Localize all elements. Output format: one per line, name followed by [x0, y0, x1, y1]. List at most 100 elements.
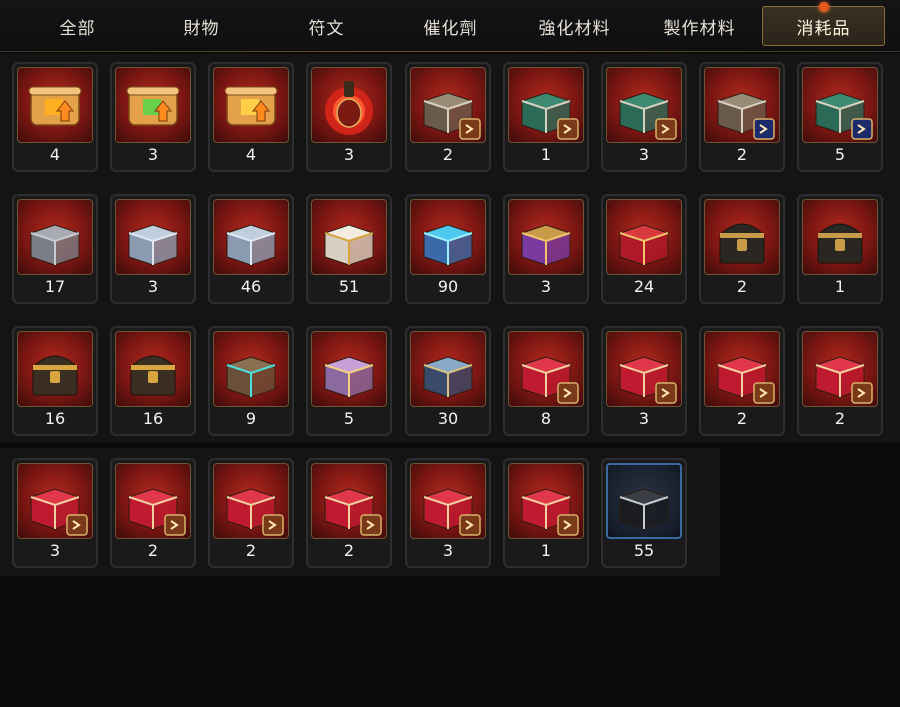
red-box-dagger-icon	[508, 331, 584, 407]
inventory-slot[interactable]: 3	[503, 194, 589, 304]
chest-dark-gold-small-icon	[802, 199, 878, 275]
gift-box-purple-icon	[508, 199, 584, 275]
inventory-slot[interactable]: 4	[208, 62, 294, 172]
chest-silver-buff-icon	[410, 67, 486, 143]
inventory-slot[interactable]: 3	[405, 458, 491, 568]
scroll-gold-icon	[213, 67, 289, 143]
item-quantity: 2	[343, 541, 355, 560]
inventory-slot[interactable]: 8	[503, 326, 589, 436]
item-quantity: 16	[44, 409, 66, 428]
item-quantity: 3	[638, 409, 650, 428]
tab-wealth[interactable]: 財物	[140, 6, 263, 46]
chest-dark-gold-icon	[704, 199, 780, 275]
inventory-slot[interactable]: 3	[12, 458, 98, 568]
item-quantity: 1	[834, 277, 846, 296]
red-box-swords-icon	[704, 331, 780, 407]
inventory-slot[interactable]: 1	[503, 458, 589, 568]
inventory-slot[interactable]: 24	[601, 194, 687, 304]
inventory-slot[interactable]: 9	[208, 326, 294, 436]
box-white-gold-icon	[311, 199, 387, 275]
inventory-slot[interactable]: 46	[208, 194, 294, 304]
item-quantity: 55	[633, 541, 655, 560]
item-quantity: 90	[437, 277, 459, 296]
tab-label: 符文	[308, 18, 345, 39]
inventory-slot[interactable]: 1	[503, 62, 589, 172]
inventory-slot[interactable]: 3	[110, 194, 196, 304]
inventory-slot[interactable]: 2	[699, 62, 785, 172]
item-quantity: 46	[240, 277, 262, 296]
inventory-slot[interactable]: 51	[306, 194, 392, 304]
red-box-horn-icon	[115, 463, 191, 539]
inventory-slot[interactable]: 2	[699, 194, 785, 304]
item-quantity: 16	[142, 409, 164, 428]
tab-label: 財物	[183, 18, 220, 39]
inventory-slot[interactable]: 2	[208, 458, 294, 568]
item-quantity: 4	[245, 145, 257, 164]
chest-green-chevron-icon	[508, 67, 584, 143]
inventory-slot[interactable]: 3	[110, 62, 196, 172]
box-steel-icon	[115, 199, 191, 275]
item-quantity: 1	[540, 541, 552, 560]
tab-enhancement-materials[interactable]: 強化材料	[513, 6, 636, 46]
notification-dot	[819, 2, 829, 12]
item-quantity: 17	[44, 277, 66, 296]
item-quantity: 2	[736, 277, 748, 296]
red-box-gear-icon	[17, 463, 93, 539]
item-quantity: 1	[540, 145, 552, 164]
inventory-slot[interactable]: 2	[306, 458, 392, 568]
inventory-slot[interactable]: 2	[405, 62, 491, 172]
scroll-rainbow-icon	[115, 67, 191, 143]
tab-all[interactable]: 全部	[16, 6, 139, 46]
red-box-bow-icon	[508, 463, 584, 539]
tab-consumables[interactable]: 消耗品	[762, 2, 885, 46]
tab-label: 強化材料	[538, 18, 611, 39]
inventory-slot[interactable]: 2	[797, 326, 883, 436]
scroll-orange-icon	[17, 67, 93, 143]
inventory-slot[interactable]: 5	[306, 326, 392, 436]
item-quantity: 3	[147, 145, 159, 164]
item-quantity: 3	[343, 145, 355, 164]
item-quantity: 3	[147, 277, 159, 296]
inventory-slot[interactable]: 1	[797, 194, 883, 304]
gift-box-red-icon	[606, 199, 682, 275]
item-quantity: 30	[437, 409, 459, 428]
inventory-slot[interactable]: 17	[12, 194, 98, 304]
inventory-slot[interactable]: 55	[601, 458, 687, 568]
item-quantity: 3	[49, 541, 61, 560]
item-quantity: 3	[638, 145, 650, 164]
chest-green-axe-icon	[802, 67, 878, 143]
tab-runes[interactable]: 符文	[265, 6, 388, 46]
ornate-box-blue-icon	[410, 331, 486, 407]
item-quantity: 3	[442, 541, 454, 560]
tab-catalysts[interactable]: 催化劑	[389, 6, 512, 46]
inventory-slot[interactable]: 30	[405, 326, 491, 436]
inventory-slot[interactable]: 16	[110, 326, 196, 436]
treasure-chest-icon	[115, 331, 191, 407]
item-quantity: 5	[834, 145, 846, 164]
potion-bottle-icon	[311, 67, 387, 143]
inventory-slot[interactable]: 16	[12, 326, 98, 436]
inventory-slot[interactable]: 3	[306, 62, 392, 172]
inventory-slot[interactable]: 3	[601, 62, 687, 172]
tab-label: 製作材料	[663, 18, 736, 39]
inventory-slot[interactable]: 3	[601, 326, 687, 436]
inventory-slot[interactable]: 2	[699, 326, 785, 436]
item-quantity: 2	[736, 145, 748, 164]
chest-silver-drop-icon	[704, 67, 780, 143]
item-quantity: 9	[245, 409, 257, 428]
inventory-slot[interactable]: 2	[110, 458, 196, 568]
tab-crafting-materials[interactable]: 製作材料	[638, 6, 761, 46]
inventory-slot[interactable]: 5	[797, 62, 883, 172]
box-crystal-icon	[410, 199, 486, 275]
tab-label: 全部	[59, 18, 96, 39]
inventory-slot[interactable]: 90	[405, 194, 491, 304]
item-quantity: 8	[540, 409, 552, 428]
red-box-heart-icon	[606, 331, 682, 407]
box-steel-large-icon	[213, 199, 289, 275]
red-box-chevron-icon	[802, 331, 878, 407]
inventory-slot[interactable]: 4	[12, 62, 98, 172]
tab-label: 消耗品	[796, 18, 851, 39]
treasure-chest-icon	[17, 331, 93, 407]
item-quantity: 4	[49, 145, 61, 164]
ornate-box-purple-icon	[311, 331, 387, 407]
